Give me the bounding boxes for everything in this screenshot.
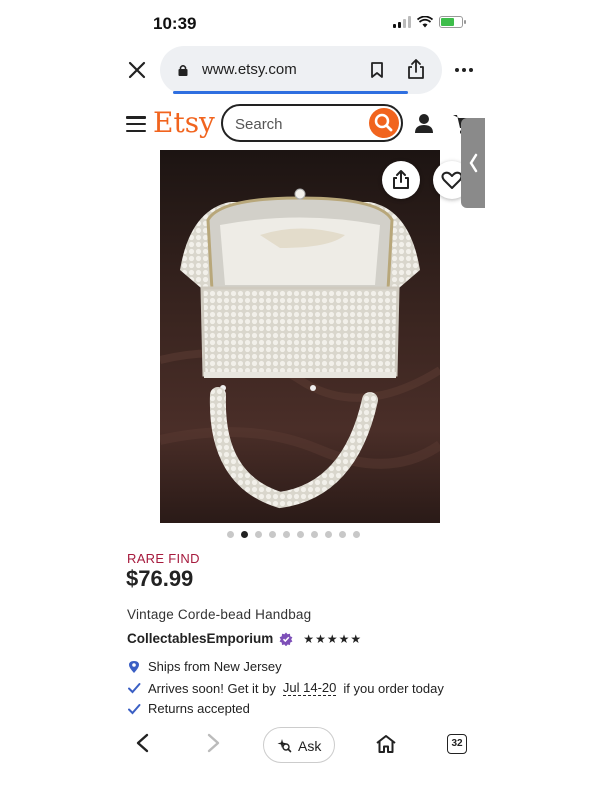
ask-label: Ask bbox=[298, 738, 322, 754]
status-icons bbox=[393, 16, 466, 28]
tabs-button[interactable]: 32 bbox=[447, 734, 467, 754]
carousel-dot[interactable] bbox=[325, 531, 332, 538]
shop-row[interactable]: CollectablesEmporium ★ ★ ★ ★ ★ bbox=[127, 631, 361, 646]
forward-icon[interactable] bbox=[203, 733, 223, 753]
search-placeholder: Search bbox=[235, 116, 283, 133]
carousel-dot[interactable] bbox=[339, 531, 346, 538]
url-text[interactable]: www.etsy.com bbox=[202, 61, 297, 78]
star-icon: ★ bbox=[338, 631, 350, 646]
user-icon[interactable] bbox=[413, 112, 435, 134]
delivery-estimate: Arrives soon! Get it by Jul 14-20 if you… bbox=[127, 680, 444, 696]
status-bar: 10:39 bbox=[115, 0, 485, 46]
browser-url-bar: www.etsy.com bbox=[115, 46, 485, 96]
price: $76.99 bbox=[126, 566, 194, 591]
ask-button[interactable]: Ask bbox=[263, 727, 335, 763]
carousel-dot[interactable] bbox=[297, 531, 304, 538]
close-icon[interactable] bbox=[127, 60, 147, 80]
menu-icon[interactable] bbox=[126, 116, 146, 132]
more-icon[interactable] bbox=[455, 68, 473, 72]
carousel-dot[interactable] bbox=[255, 531, 262, 538]
carousel-dot[interactable] bbox=[283, 531, 290, 538]
star-icon: ★ bbox=[350, 631, 362, 646]
listing-title: Vintage Corde-bead Handbag bbox=[127, 607, 312, 622]
wifi-icon bbox=[417, 16, 433, 28]
carousel-dot[interactable] bbox=[227, 531, 234, 538]
browser-toolbar: Ask 32 bbox=[115, 722, 485, 797]
ships-from-text: Ships from New Jersey bbox=[148, 659, 282, 674]
search-button[interactable] bbox=[369, 108, 399, 138]
check-icon bbox=[128, 703, 141, 714]
etsy-logo[interactable]: Etsy bbox=[153, 106, 215, 139]
star-seller-badge-icon bbox=[279, 632, 293, 646]
share-icon bbox=[393, 170, 409, 189]
arrives-suffix: if you order today bbox=[343, 680, 444, 696]
share-icon[interactable] bbox=[406, 58, 426, 80]
star-icon: ★ bbox=[315, 631, 326, 646]
chevron-left-icon bbox=[469, 153, 478, 173]
star-icon: ★ bbox=[303, 631, 315, 646]
product-image[interactable] bbox=[160, 150, 440, 523]
share-listing-button[interactable] bbox=[382, 161, 420, 199]
lock-icon bbox=[178, 65, 188, 76]
star-icon: ★ bbox=[326, 631, 338, 646]
rating-stars: ★ ★ ★ ★ ★ bbox=[303, 632, 361, 646]
side-panel-handle[interactable] bbox=[461, 118, 485, 208]
address-field[interactable]: www.etsy.com bbox=[160, 46, 442, 94]
carousel-dot[interactable] bbox=[353, 531, 360, 538]
arrives-prefix: Arrives soon! Get it by bbox=[148, 680, 276, 696]
battery-icon bbox=[439, 16, 466, 28]
sparkle-icon bbox=[277, 739, 292, 753]
shipping-origin: Ships from New Jersey bbox=[127, 659, 282, 674]
arrives-date[interactable]: Jul 14-20 bbox=[282, 680, 337, 696]
search-input[interactable]: Search bbox=[221, 104, 403, 142]
carousel-dot[interactable] bbox=[269, 531, 276, 538]
check-icon bbox=[128, 683, 141, 694]
carousel-indicator bbox=[227, 531, 360, 538]
back-icon[interactable] bbox=[133, 733, 153, 753]
signal-icon bbox=[393, 16, 411, 28]
shop-name[interactable]: CollectablesEmporium bbox=[127, 631, 273, 646]
carousel-dot[interactable] bbox=[241, 531, 248, 538]
rare-find-badge: RARE FIND bbox=[127, 551, 200, 566]
load-progress-bar bbox=[173, 91, 408, 94]
phone-screen: 10:39 www.etsy.com Etsy Search RARE FIND… bbox=[115, 0, 485, 797]
etsy-header: Etsy Search bbox=[115, 96, 485, 152]
carousel-dot[interactable] bbox=[311, 531, 318, 538]
handbag-photo bbox=[160, 150, 440, 523]
returns-policy: Returns accepted bbox=[127, 701, 250, 716]
home-icon[interactable] bbox=[375, 734, 397, 754]
location-icon bbox=[129, 660, 139, 673]
search-icon bbox=[374, 113, 393, 132]
status-time: 10:39 bbox=[153, 14, 197, 33]
returns-text: Returns accepted bbox=[148, 701, 250, 716]
bookmark-icon[interactable] bbox=[370, 62, 384, 78]
